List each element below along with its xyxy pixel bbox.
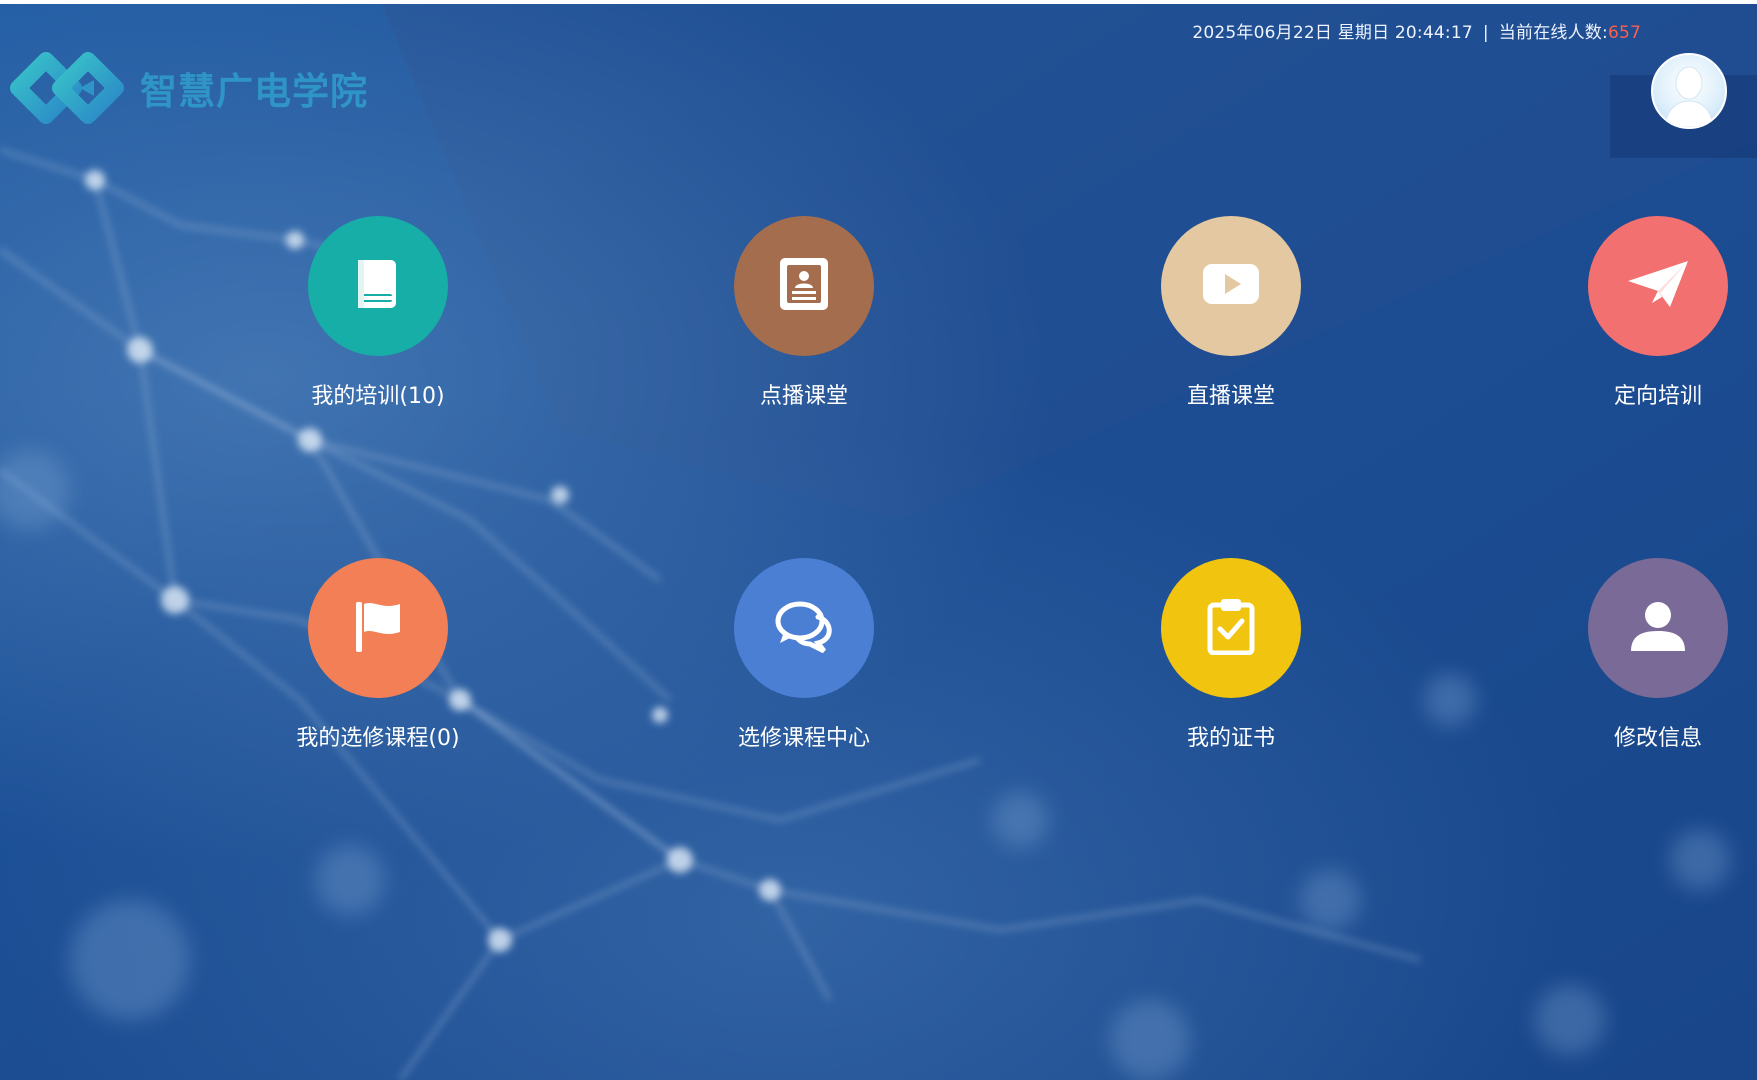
page: 智慧广电学院 2025年06月22日 星期日 20:44:17 | 当前在线人数:6… bbox=[0, 0, 1757, 1080]
tile-label: 直播课堂 bbox=[1186, 384, 1275, 409]
online-label: 当前在线人数: bbox=[1498, 23, 1608, 43]
tile-circle bbox=[308, 558, 448, 698]
tile-circle bbox=[734, 558, 874, 698]
tile-vod-classroom[interactable]: 点播课堂 bbox=[694, 216, 914, 410]
user-icon bbox=[1629, 599, 1687, 657]
clipboard-check-icon bbox=[1206, 597, 1256, 659]
tile-live-classroom[interactable]: 直播课堂 bbox=[1121, 216, 1341, 410]
datetime-text: 2025年06月22日 星期日 20:44:17 bbox=[1192, 23, 1473, 43]
tile-label: 我的证书 bbox=[1186, 726, 1275, 751]
play-icon bbox=[1201, 262, 1261, 310]
tile-label: 点播课堂 bbox=[759, 384, 848, 409]
network-background bbox=[0, 0, 1757, 1080]
chat-bubbles-icon bbox=[774, 599, 834, 657]
tile-my-training[interactable]: 我的培训(10) bbox=[268, 216, 488, 410]
tile-label: 我的选修课程(0) bbox=[296, 726, 460, 751]
tile-circle bbox=[734, 216, 874, 356]
tile-circle bbox=[1161, 216, 1301, 356]
avatar[interactable] bbox=[1651, 53, 1727, 129]
tile-circle bbox=[308, 216, 448, 356]
tile-circle bbox=[1161, 558, 1301, 698]
top-border bbox=[0, 0, 1757, 4]
paper-plane-icon bbox=[1626, 257, 1690, 315]
tile-edit-info[interactable]: 修改信息 bbox=[1548, 558, 1757, 752]
tile-label: 修改信息 bbox=[1613, 726, 1702, 751]
infinity-logo-icon bbox=[8, 46, 126, 130]
tile-circle bbox=[1588, 558, 1728, 698]
tile-my-certificates[interactable]: 我的证书 bbox=[1121, 558, 1341, 752]
tile-label: 选修课程中心 bbox=[737, 726, 870, 751]
status-separator: | bbox=[1482, 23, 1489, 43]
contact-card-icon bbox=[776, 256, 832, 316]
tile-label: 我的培训(10) bbox=[311, 384, 445, 409]
tile-label: 定向培训 bbox=[1613, 384, 1702, 409]
site-logo[interactable]: 智慧广电学院 bbox=[8, 46, 368, 130]
book-icon bbox=[352, 256, 404, 316]
tile-directed-training[interactable]: 定向培训 bbox=[1548, 216, 1757, 410]
tile-elective-center[interactable]: 选修课程中心 bbox=[694, 558, 914, 752]
site-title: 智慧广电学院 bbox=[140, 70, 368, 113]
status-bar: 2025年06月22日 星期日 20:44:17 | 当前在线人数:657 bbox=[1192, 18, 1641, 43]
flag-icon bbox=[352, 598, 404, 658]
online-count: 657 bbox=[1607, 23, 1641, 43]
tile-circle bbox=[1588, 216, 1728, 356]
tile-my-electives[interactable]: 我的选修课程(0) bbox=[268, 558, 488, 752]
